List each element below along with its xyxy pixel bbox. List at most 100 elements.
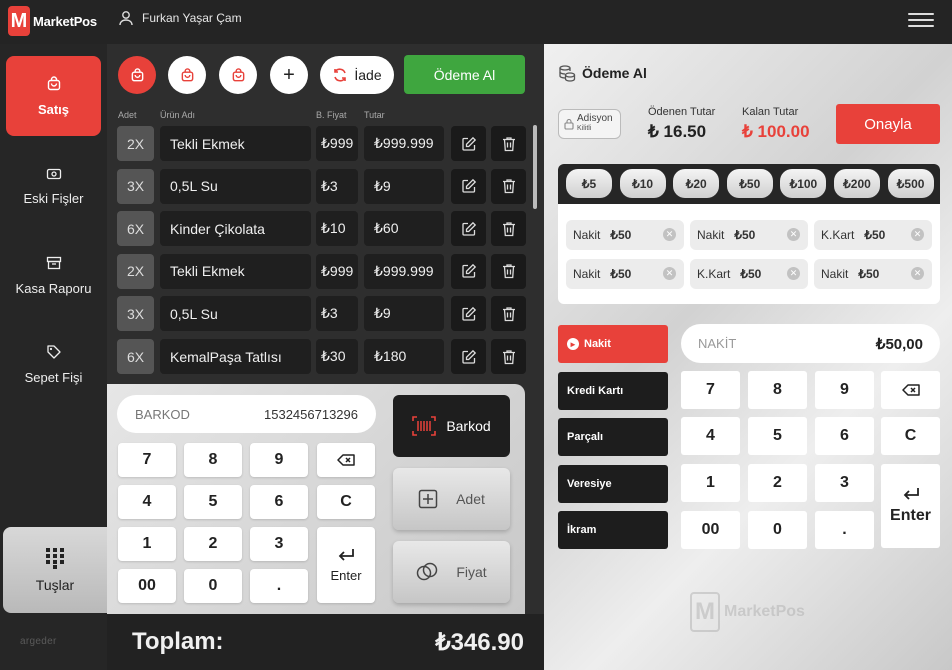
remove-entry-icon[interactable]: ✕ — [663, 228, 676, 241]
payment-entry-type: K.Kart — [821, 228, 855, 242]
cart-row[interactable]: 3X 0,5L Su ₺3 ₺9 — [117, 168, 527, 205]
denomination-button[interactable]: ₺5 — [566, 169, 612, 198]
barcode-scan-icon — [412, 416, 437, 436]
edit-row-button[interactable] — [451, 253, 486, 289]
denomination-button[interactable]: ₺100 — [780, 169, 827, 198]
cart-row[interactable]: 6X KemalPaşa Tatlısı ₺30 ₺180 — [117, 339, 527, 375]
pay-keypad-key[interactable]: 2 — [748, 464, 807, 502]
cart-qty[interactable]: 2X — [117, 253, 154, 289]
delete-row-button[interactable] — [491, 168, 526, 204]
cart-qty[interactable]: 3X — [117, 168, 154, 204]
delete-row-button[interactable] — [491, 253, 526, 289]
user-info[interactable]: Furkan Yaşar Çam — [118, 10, 242, 26]
delete-row-button[interactable] — [491, 296, 526, 332]
enter-key[interactable]: Enter — [317, 527, 375, 603]
denomination-button[interactable]: ₺500 — [887, 169, 934, 198]
keypad-key[interactable]: 8 — [184, 443, 242, 477]
refund-button[interactable]: İade — [320, 56, 394, 94]
take-payment-button[interactable]: Ödeme Al — [404, 55, 525, 94]
sidebar-item-satis[interactable]: Satış — [6, 56, 101, 136]
cart-row[interactable]: 2X Tekli Ekmek ₺999 ₺999.999 — [117, 126, 527, 162]
denomination-button[interactable]: ₺10 — [619, 169, 666, 198]
cart-row[interactable]: 3X 0,5L Su ₺3 ₺9 — [117, 296, 527, 332]
keypad-key[interactable]: 4 — [118, 485, 176, 519]
keypad-key[interactable]: 0 — [184, 569, 242, 603]
pay-keypad-key[interactable]: . — [815, 511, 874, 549]
pay-backspace-key[interactable] — [881, 371, 940, 409]
edit-row-button[interactable] — [451, 296, 486, 332]
sidebar-item-sepet-fisi[interactable]: Sepet Fişi — [6, 324, 101, 404]
pay-keypad-key[interactable]: 7 — [681, 371, 740, 409]
quantity-button[interactable]: Adet — [393, 468, 510, 530]
keypad-key[interactable]: 00 — [118, 569, 176, 603]
basket-tab-2[interactable] — [168, 56, 206, 94]
cart-qty[interactable]: 2X — [117, 126, 154, 161]
pay-enter-key[interactable]: Enter — [881, 464, 940, 548]
clear-key[interactable]: C — [317, 485, 375, 519]
keypad-key[interactable]: 3 — [250, 527, 308, 561]
pay-keypad-key[interactable]: 1 — [681, 464, 740, 502]
keypad-key[interactable]: . — [250, 569, 308, 603]
delete-row-button[interactable] — [491, 211, 526, 247]
keypad-key[interactable]: 1 — [118, 527, 176, 561]
confirm-button[interactable]: Onayla — [836, 104, 940, 144]
edit-row-button[interactable] — [451, 168, 486, 204]
payment-amount-input[interactable]: NAKİT ₺50,00 — [681, 324, 940, 363]
remove-entry-icon[interactable]: ✕ — [911, 267, 924, 280]
hamburger-menu-icon[interactable] — [908, 9, 934, 31]
payment-method-label: Kredi Kartı — [567, 384, 624, 397]
remove-entry-icon[interactable]: ✕ — [787, 228, 800, 241]
cart-row[interactable]: 6X Kinder Çikolata ₺10 ₺60 — [117, 211, 527, 247]
denomination-button[interactable]: ₺200 — [834, 169, 880, 198]
keypad-toggle-button[interactable]: Tuşlar — [3, 527, 107, 613]
pay-keypad-key[interactable]: 3 — [815, 464, 874, 502]
edit-row-button[interactable] — [451, 339, 486, 374]
pay-keypad-key[interactable]: 00 — [681, 511, 740, 549]
cart-scrollbar[interactable] — [533, 125, 537, 209]
payment-method-button[interactable]: İkram — [558, 511, 668, 549]
basket-tab-3[interactable] — [219, 56, 257, 94]
total-bar: Toplam: ₺346.90 — [107, 614, 544, 670]
pay-keypad-key[interactable]: 0 — [748, 511, 807, 549]
backspace-key[interactable] — [317, 443, 375, 477]
price-button[interactable]: Fiyat — [393, 541, 510, 603]
payment-method-button[interactable]: Veresiye — [558, 464, 668, 503]
payment-method-button[interactable]: Kredi Kartı — [558, 371, 668, 410]
delete-row-button[interactable] — [491, 339, 526, 374]
logo-text: MarketPos — [33, 13, 97, 29]
pay-keypad-key[interactable]: 8 — [748, 371, 807, 409]
keypad-key[interactable]: 6 — [250, 485, 308, 519]
cart-row[interactable]: 2X Tekli Ekmek ₺999 ₺999.999 — [117, 253, 527, 290]
pay-clear-key[interactable]: C — [881, 417, 940, 455]
basket-tab-1[interactable] — [118, 56, 156, 94]
keypad-key[interactable]: 9 — [250, 443, 308, 477]
payment-method-button[interactable]: ► Nakit — [558, 325, 668, 363]
bill-lock-toggle[interactable]: Adisyon Kilitli — [558, 109, 621, 139]
remove-entry-icon[interactable]: ✕ — [663, 267, 676, 280]
cart-qty[interactable]: 6X — [117, 339, 154, 374]
payment-entry-amount: ₺50 — [610, 228, 632, 242]
pay-keypad-key[interactable]: 6 — [815, 417, 874, 455]
edit-row-button[interactable] — [451, 211, 486, 247]
cart-qty[interactable]: 6X — [117, 211, 154, 247]
keypad-key[interactable]: 7 — [118, 443, 176, 477]
delete-row-button[interactable] — [491, 126, 526, 161]
pay-keypad-key[interactable]: 5 — [748, 417, 807, 455]
payment-entry-type: Nakit — [697, 228, 725, 242]
barcode-button[interactable]: Barkod — [393, 395, 510, 457]
cart-qty[interactable]: 3X — [117, 296, 154, 332]
keypad-key[interactable]: 2 — [184, 527, 242, 561]
pay-keypad-key[interactable]: 9 — [815, 371, 874, 409]
add-basket-button[interactable]: + — [270, 56, 308, 94]
denomination-button[interactable]: ₺50 — [726, 169, 773, 198]
keypad-key[interactable]: 5 — [184, 485, 242, 519]
payment-method-button[interactable]: Parçalı — [558, 418, 668, 456]
edit-row-button[interactable] — [451, 126, 486, 161]
remove-entry-icon[interactable]: ✕ — [787, 267, 800, 280]
sidebar-item-kasa-raporu[interactable]: Kasa Raporu — [6, 235, 101, 315]
pay-keypad-key[interactable]: 4 — [681, 417, 740, 455]
denomination-button[interactable]: ₺20 — [673, 169, 720, 198]
sidebar-item-eski-fisler[interactable]: Eski Fişler — [6, 146, 101, 226]
remove-entry-icon[interactable]: ✕ — [911, 228, 924, 241]
barcode-input[interactable]: BARKOD 1532456713296 — [117, 395, 376, 433]
